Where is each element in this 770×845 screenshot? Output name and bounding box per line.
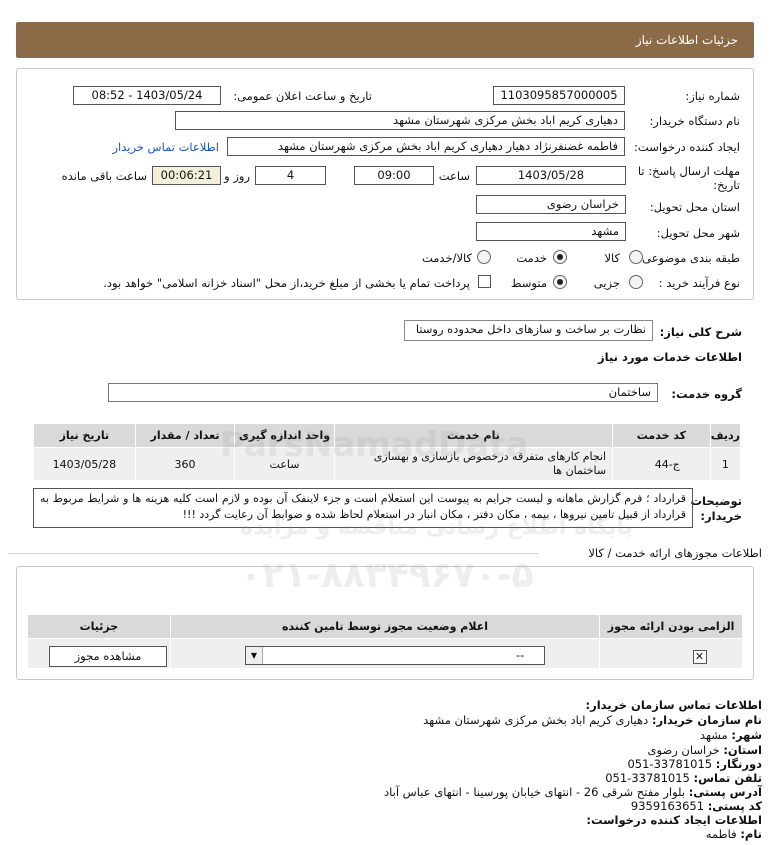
buyer-org-label: نام دستگاه خریدار: — [649, 114, 740, 128]
postal-value: 9359163651 — [630, 799, 705, 813]
address-value: بلوار مفتح شرقی 26 - انتهای خیابان پورسی… — [384, 785, 686, 799]
chevron-down-icon: ▼ — [246, 647, 263, 664]
deadline-label: مهلت ارسال پاسخ: تا — [637, 164, 740, 178]
contact-province: استان: خراسان رضوی — [648, 743, 763, 757]
contact-fax: دورنگار: 33781015-051 — [627, 757, 762, 771]
view-permit-button[interactable]: مشاهده مجوز — [49, 646, 167, 667]
buyer-org-field: دهیاری کریم اباد بخش مرکزی شهرستان مشهد — [175, 111, 625, 130]
payment-note: پرداخت تمام یا بخشی از مبلغ خرید،از محل … — [103, 276, 470, 290]
cell-qty: 360 — [134, 447, 236, 481]
contact-address: آدرس پستی: بلوار مفتح شرقی 26 - انتهای خ… — [384, 785, 762, 799]
announce-datetime-field: 1403/05/24 - 08:52 — [73, 86, 221, 105]
days-label: روز و — [224, 169, 250, 183]
phone-value: 33781015-051 — [605, 771, 690, 785]
days-field: 4 — [255, 166, 326, 185]
city-field: مشهد — [476, 222, 626, 241]
page-header: جزئیات اطلاعات نیاز — [16, 22, 754, 58]
radio-goods[interactable] — [629, 250, 643, 264]
need-number-field: 1103095857000005 — [493, 86, 625, 105]
cell-required: ✕ — [599, 638, 743, 669]
buyer-notes: قرارداد ؛ فرم گزارش ماهانه و لیست جرایم … — [33, 488, 693, 528]
col-code: کد خدمت — [612, 423, 711, 448]
notes-label-2: خریدار: — [700, 509, 742, 523]
summary-label: شرح کلی نیاز: — [659, 325, 742, 339]
services-heading: اطلاعات خدمات مورد نیاز — [598, 350, 742, 364]
contact-postal: کد پستی: 9359163651 — [631, 799, 762, 813]
creator-heading: اطلاعات ایجاد کننده درخواست: — [586, 813, 762, 827]
remaining-label: ساعت باقی مانده — [61, 169, 147, 183]
province-value: خراسان رضوی — [647, 743, 720, 757]
address-label: آدرس پستی: — [688, 785, 762, 799]
col-unit: واحد اندازه گیری — [234, 423, 335, 448]
city-label: شهر: — [731, 728, 762, 742]
permit-status-value: -- — [516, 648, 525, 662]
city-value: مشهد — [699, 728, 728, 742]
name-label: نام: — [740, 827, 762, 841]
fax-value: 33781015-051 — [627, 757, 713, 771]
city-label: شهر محل تحویل: — [656, 226, 740, 240]
announce-label: تاریخ و ساعت اعلان عمومی: — [233, 89, 372, 103]
cell-date: 1403/05/28 — [33, 447, 136, 481]
deadline-time-label: ساعت — [438, 169, 470, 183]
org-label: نام سازمان خریدار: — [651, 713, 762, 727]
need-number-label: شماره نیاز: — [685, 89, 740, 103]
cell-code: ج-44 — [612, 447, 711, 481]
name-value: فاطمه — [705, 827, 737, 841]
cell-unit: ساعت — [234, 447, 335, 481]
deadline-date-label: تاریخ: — [713, 178, 740, 192]
radio-service-label: خدمت — [516, 251, 547, 265]
remaining-time-field: 00:06:21 — [152, 166, 221, 185]
radio-goods-service[interactable] — [477, 250, 491, 264]
permit-status-select[interactable]: ▼ -- — [245, 646, 545, 665]
phone-label: تلفن تماس: — [693, 771, 762, 785]
radio-service[interactable] — [553, 250, 567, 264]
radio-medium-label: متوسط — [510, 276, 547, 290]
required-checkbox-icon: ✕ — [692, 649, 707, 664]
province-label: استان محل تحویل: — [649, 200, 740, 214]
summary-field: نظارت بر ساخت و سازهای داخل محدوده روستا — [404, 320, 653, 341]
radio-minor[interactable] — [629, 275, 643, 289]
contact-org: نام سازمان خریدار: دهیاری کریم اباد بخش … — [423, 713, 762, 727]
col-name: نام خدمت — [333, 423, 614, 448]
col-details: جزئیات — [27, 614, 171, 639]
table-row: 1 ج-44 انجام کارهای متفرقه درخصوص بازساز… — [33, 447, 742, 481]
contact-phone: تلفن تماس: 33781015-051 — [605, 771, 762, 785]
services-table: ردیف کد خدمت نام خدمت واحد اندازه گیری ت… — [33, 423, 742, 481]
category-label: طبقه بندی موضوعی: — [638, 251, 740, 265]
buyer-contact-link[interactable]: اطلاعات تماس خریدار — [112, 140, 219, 154]
col-status: اعلام وضعیت مجوز توسط تامین کننده — [169, 614, 601, 639]
col-qty: تعداد / مقدار — [134, 423, 236, 448]
radio-minor-label: جزیی — [593, 276, 620, 290]
creator-field: فاطمه غضنفرنژاد دهیار دهیاری کریم اباد ب… — [227, 137, 625, 156]
province-label: استان: — [723, 743, 762, 757]
permits-divider — [8, 553, 538, 554]
radio-goods-service-label: کالا/خدمت — [421, 251, 472, 265]
cell-name: انجام کارهای متفرقه درخصوص بازسازی و بهس… — [333, 447, 614, 481]
creator-name: نام: فاطمه — [706, 827, 762, 841]
postal-label: کد پستی: — [707, 799, 762, 813]
service-group-field: ساختمان — [108, 383, 658, 402]
cell-row: 1 — [709, 447, 742, 481]
process-label: نوع فرآیند خرید : — [658, 276, 740, 290]
org-value: دهیاری کریم اباد بخش مرکزی شهرستان مشهد — [423, 713, 649, 727]
col-row: ردیف — [709, 423, 742, 448]
page-title: جزئیات اطلاعات نیاز — [635, 33, 738, 47]
treasury-checkbox[interactable] — [478, 275, 491, 288]
contact-city: شهر: مشهد — [700, 728, 762, 742]
radio-medium[interactable] — [553, 275, 567, 289]
province-field: خراسان رضوی — [476, 195, 626, 214]
permits-title: اطلاعات مجوزهای ارائه خدمت / کالا — [588, 546, 762, 560]
fax-label: دورنگار: — [715, 757, 762, 771]
col-date: تاریخ نیاز — [33, 423, 136, 448]
deadline-date-field: 1403/05/28 — [476, 166, 626, 185]
contact-heading: اطلاعات تماس سازمان خریدار: — [585, 698, 762, 712]
radio-goods-label: کالا — [604, 251, 620, 265]
deadline-time-field: 09:00 — [354, 166, 434, 185]
creator-label: ایجاد کننده درخواست: — [634, 140, 740, 154]
notes-label: توضیحات — [690, 494, 743, 508]
service-group-label: گروه خدمت: — [671, 387, 742, 401]
col-required: الزامی بودن ارائه مجوز — [599, 614, 743, 639]
